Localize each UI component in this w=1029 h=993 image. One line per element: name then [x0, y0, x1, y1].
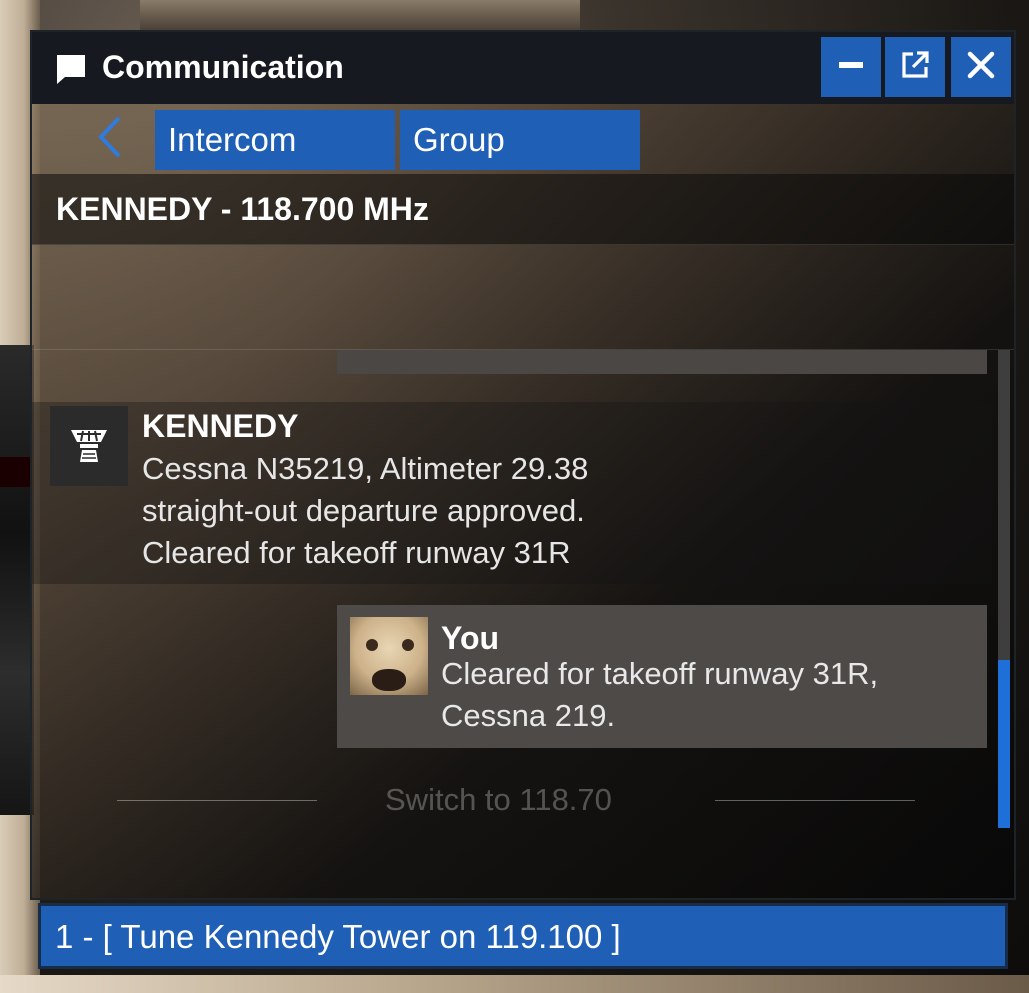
- switch-status-text: Switch to 118.70: [385, 782, 612, 817]
- atc-message-line: straight-out departure approved.: [142, 493, 585, 528]
- popout-button[interactable]: [885, 37, 945, 97]
- chevron-left-icon: [95, 115, 125, 164]
- minimize-button[interactable]: [821, 37, 881, 97]
- window-titlebar[interactable]: Communication: [32, 32, 1014, 104]
- atc-response-option[interactable]: 1 - [ Tune Kennedy Tower on 119.100 ]: [38, 903, 1008, 969]
- close-icon: [966, 50, 996, 85]
- empty-area: [32, 245, 1014, 350]
- avatar-eye: [402, 639, 414, 651]
- pilot-message-line: Cessna 219.: [441, 698, 616, 733]
- control-tower-icon: [67, 422, 111, 471]
- background-led-display: [0, 457, 30, 487]
- frequency-header: KENNEDY - 118.700 MHz: [32, 174, 1014, 245]
- divider-left: [117, 800, 317, 801]
- popout-icon: [900, 50, 930, 85]
- divider-right: [715, 800, 915, 801]
- communication-window: Communication Intercom Group KENNEDY - 1…: [30, 30, 1016, 900]
- close-button[interactable]: [951, 37, 1011, 97]
- tab-bar: Intercom Group: [32, 104, 1014, 174]
- chat-scrollbar[interactable]: [998, 350, 1010, 828]
- atc-sender: KENNEDY: [142, 408, 299, 444]
- option-label: 1 - [ Tune Kennedy Tower on 119.100 ]: [55, 918, 621, 955]
- previous-message-bubble: [337, 350, 987, 374]
- avatar-eye: [366, 639, 378, 651]
- chat-log[interactable]: KENNEDY Cessna N35219, Altimeter 29.38 s…: [32, 350, 1014, 898]
- scrollbar-thumb[interactable]: [998, 660, 1010, 828]
- tab-intercom[interactable]: Intercom: [155, 110, 395, 170]
- dog-avatar: [350, 617, 428, 695]
- pilot-sender: You: [441, 620, 500, 656]
- back-button[interactable]: [88, 114, 132, 164]
- tab-group[interactable]: Group: [400, 110, 640, 170]
- atc-avatar: [50, 406, 128, 486]
- switch-status: Switch to 118.70: [117, 780, 917, 820]
- window-title: Communication: [102, 49, 344, 85]
- pilot-message-line: Cleared for takeoff runway 31R,: [441, 656, 879, 691]
- background-instrument-panel: [0, 345, 34, 815]
- minimize-icon: [837, 51, 865, 84]
- chat-bubble-icon: [54, 52, 88, 86]
- frequency-label: KENNEDY - 118.700 MHz: [56, 191, 429, 227]
- background-cockpit-bottom: [0, 975, 1029, 993]
- pilot-message: You Cleared for takeoff runway 31R, Cess…: [337, 605, 987, 748]
- avatar-nose: [372, 669, 406, 691]
- atc-message: KENNEDY Cessna N35219, Altimeter 29.38 s…: [32, 402, 992, 584]
- atc-message-line: Cleared for takeoff runway 31R: [142, 535, 571, 570]
- atc-message-line: Cessna N35219, Altimeter 29.38: [142, 451, 589, 486]
- background-cockpit-top: [140, 0, 580, 30]
